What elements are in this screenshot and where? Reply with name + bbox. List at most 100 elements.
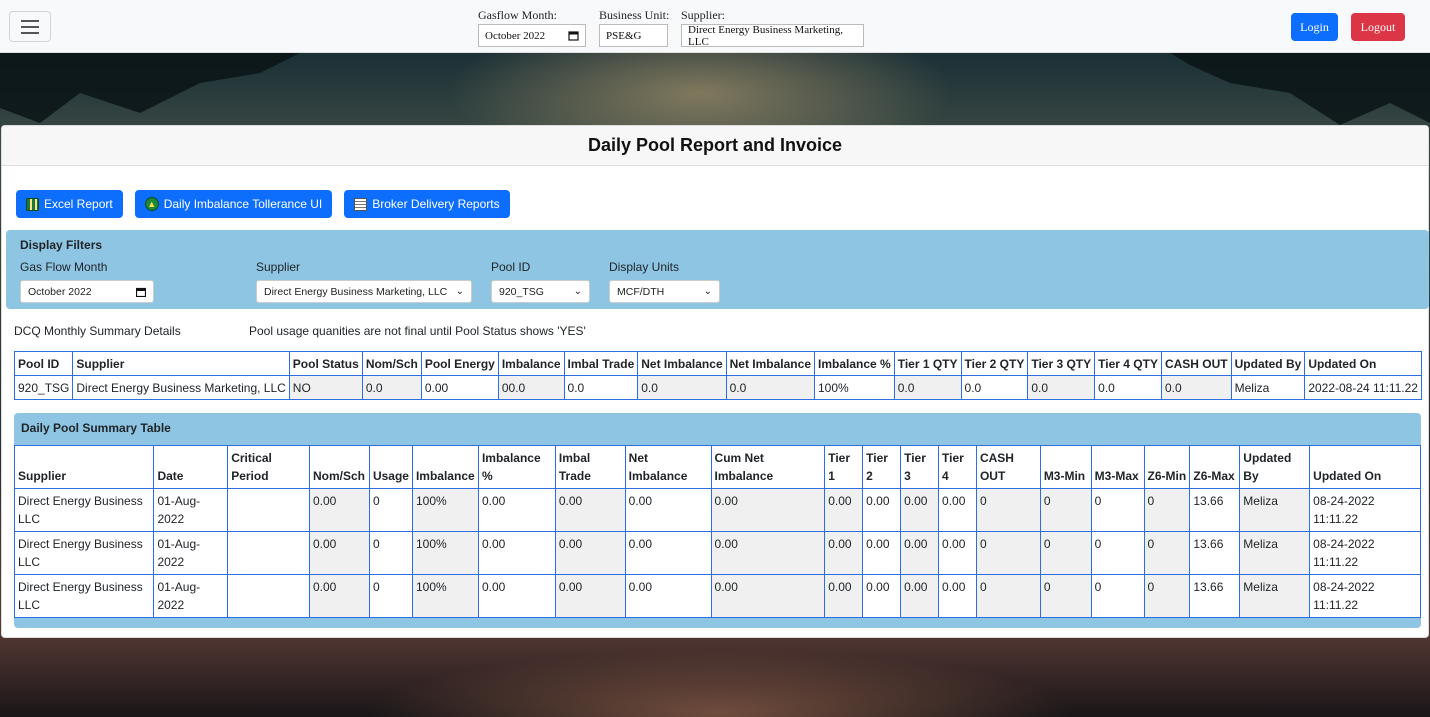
column-header: Imbalance [497,351,565,376]
table-cell: 0 [1039,488,1092,532]
column-header: CASH OUT [1160,351,1232,376]
column-header: Updated By [1239,445,1311,489]
table-cell: 0.00 [308,531,370,575]
display-filters-panel: Display Filters Gas Flow Month October 2… [6,230,1429,309]
daily-imbalance-button[interactable]: ▲ Daily Imbalance Tollerance UI [134,190,333,218]
column-header: Net Imbalance [637,351,727,376]
table-cell: 0.00 [710,531,826,575]
column-header: Critical Period [227,445,310,489]
table-cell: 0.00 [824,531,864,575]
supplier-filter-label: Supplier [256,260,301,274]
palm-silhouette-left [0,53,300,123]
daily-imbalance-label: Daily Imbalance Tollerance UI [163,197,323,211]
table-cell: Direct Energy Business Marketing, LLC [72,375,290,400]
page-title: Daily Pool Report and Invoice [2,126,1428,166]
menu-toggle-button[interactable] [9,11,51,42]
table-cell: 920_TSG [13,375,74,400]
supplier-input[interactable]: Direct Energy Business Marketing, LLC [681,24,864,48]
daily-summary-title: Daily Pool Summary Table [21,421,171,435]
supplier-filter-value: Direct Energy Business Marketing, LLC [264,285,448,298]
broker-delivery-label: Broker Delivery Reports [372,197,500,211]
column-header: Z6-Max [1189,445,1241,489]
login-button[interactable]: Login [1291,13,1338,41]
table-cell: 0 [1090,574,1145,618]
daily-pool-summary-table: Supplier Date Critical Period Nom/Sch Usage I… [13,445,1421,618]
column-header: Pool Status [288,351,363,376]
table-cell: 0.00 [710,574,826,618]
table-cell: 0.00 [938,574,977,618]
table-cell: 0.00 [554,531,626,575]
table-cell: 0.00 [554,574,626,618]
table-cell: 13.66 [1189,488,1241,532]
table-cell: 0.0 [637,375,727,400]
column-header: M3-Max [1090,445,1145,489]
gas-flow-month-filter-value: October 2022 [28,285,92,298]
gasflow-month-input[interactable]: October 2022 [478,24,586,47]
table-cell: 0.00 [308,488,370,532]
column-header: Tier 3 [900,445,940,489]
supplier-label: Supplier: [681,8,725,22]
table-cell: Direct Energy Business LLC [13,531,155,575]
dcq-summary-label: DCQ Monthly Summary Details [14,324,181,338]
chevron-down-icon: ⌄ [573,286,582,297]
column-header: Net Imbalance [624,445,712,489]
column-header: M3-Min [1039,445,1092,489]
table-cell: 0.00 [938,488,977,532]
column-header: Updated On [1309,445,1421,489]
top-navbar: Gasflow Month: October 2022 Business Uni… [0,0,1430,53]
table-cell: 0.0 [361,375,422,400]
report-card: Daily Pool Report and Invoice Excel Repo… [1,125,1429,638]
excel-report-button[interactable]: Excel Report [16,190,123,218]
table-cell: 0.00 [477,574,556,618]
pool-id-filter-select[interactable]: 920_TSG ⌄ [491,280,590,303]
gasflow-month-label: Gasflow Month: [478,8,557,22]
gasflow-month-value: October 2022 [485,29,546,42]
calendar-icon [136,287,146,297]
table-cell: 0.0 [1160,375,1232,400]
table-cell: 13.66 [1189,574,1241,618]
pool-usage-note: Pool usage quanities are not final until… [249,324,586,338]
report-icon [354,197,368,211]
column-header: Tier 1 QTY [893,351,962,376]
display-units-filter-select[interactable]: MCF/DTH ⌄ [609,280,720,303]
column-header: Tier 2 QTY [960,351,1029,376]
table-cell: 0 [1143,531,1191,575]
logout-button[interactable]: Logout [1351,13,1405,41]
pool-id-filter-value: 920_TSG [499,285,544,298]
table-cell: NO [288,375,363,400]
table-cell: 0 [975,488,1041,532]
display-units-filter: Display Units MCF/DTH ⌄ [609,260,720,303]
menu-icon-line [21,19,39,22]
excel-report-label: Excel Report [44,197,113,211]
table-cell: 0.00 [824,574,864,618]
column-header: Imbalance % [814,351,895,376]
supplier-filter: Supplier Direct Energy Business Marketin… [256,260,472,303]
column-header: CASH OUT [975,445,1041,489]
table-cell: 0.0 [1094,375,1162,400]
column-header: Updated By [1230,351,1306,376]
table-cell: Meliza [1239,574,1311,618]
calendar-icon [568,31,579,41]
table-cell: 08-24-2022 11:11.22 [1309,531,1421,575]
filters-title: Display Filters [20,238,103,252]
supplier-filter-select[interactable]: Direct Energy Business Marketing, LLC ⌄ [256,280,472,303]
table-cell: 0 [1143,488,1191,532]
menu-icon-line [21,25,39,28]
table-cell: 0.00 [900,488,940,532]
gas-flow-month-filter: Gas Flow Month October 2022 [20,260,154,303]
business-unit-input[interactable]: PSE&G [599,24,668,47]
broker-delivery-button[interactable]: Broker Delivery Reports [344,190,510,218]
table-cell: 0.00 [624,574,712,618]
table-cell: 100% [411,488,479,532]
table-cell: 08-24-2022 11:11.22 [1309,574,1421,618]
table-cell [227,574,310,618]
table-cell: 0 [975,574,1041,618]
column-header: Pool Energy [420,351,499,376]
table-cell: 0.00 [624,531,712,575]
action-buttons: Excel Report ▲ Daily Imbalance Tolleranc… [16,190,510,218]
table-cell: 0.00 [938,531,977,575]
table-cell: 100% [411,574,479,618]
gas-flow-month-filter-input[interactable]: October 2022 [20,280,154,303]
supplier-field: Supplier: Direct Energy Business Marketi… [681,8,864,48]
chevron-down-icon: ⌄ [455,286,464,297]
